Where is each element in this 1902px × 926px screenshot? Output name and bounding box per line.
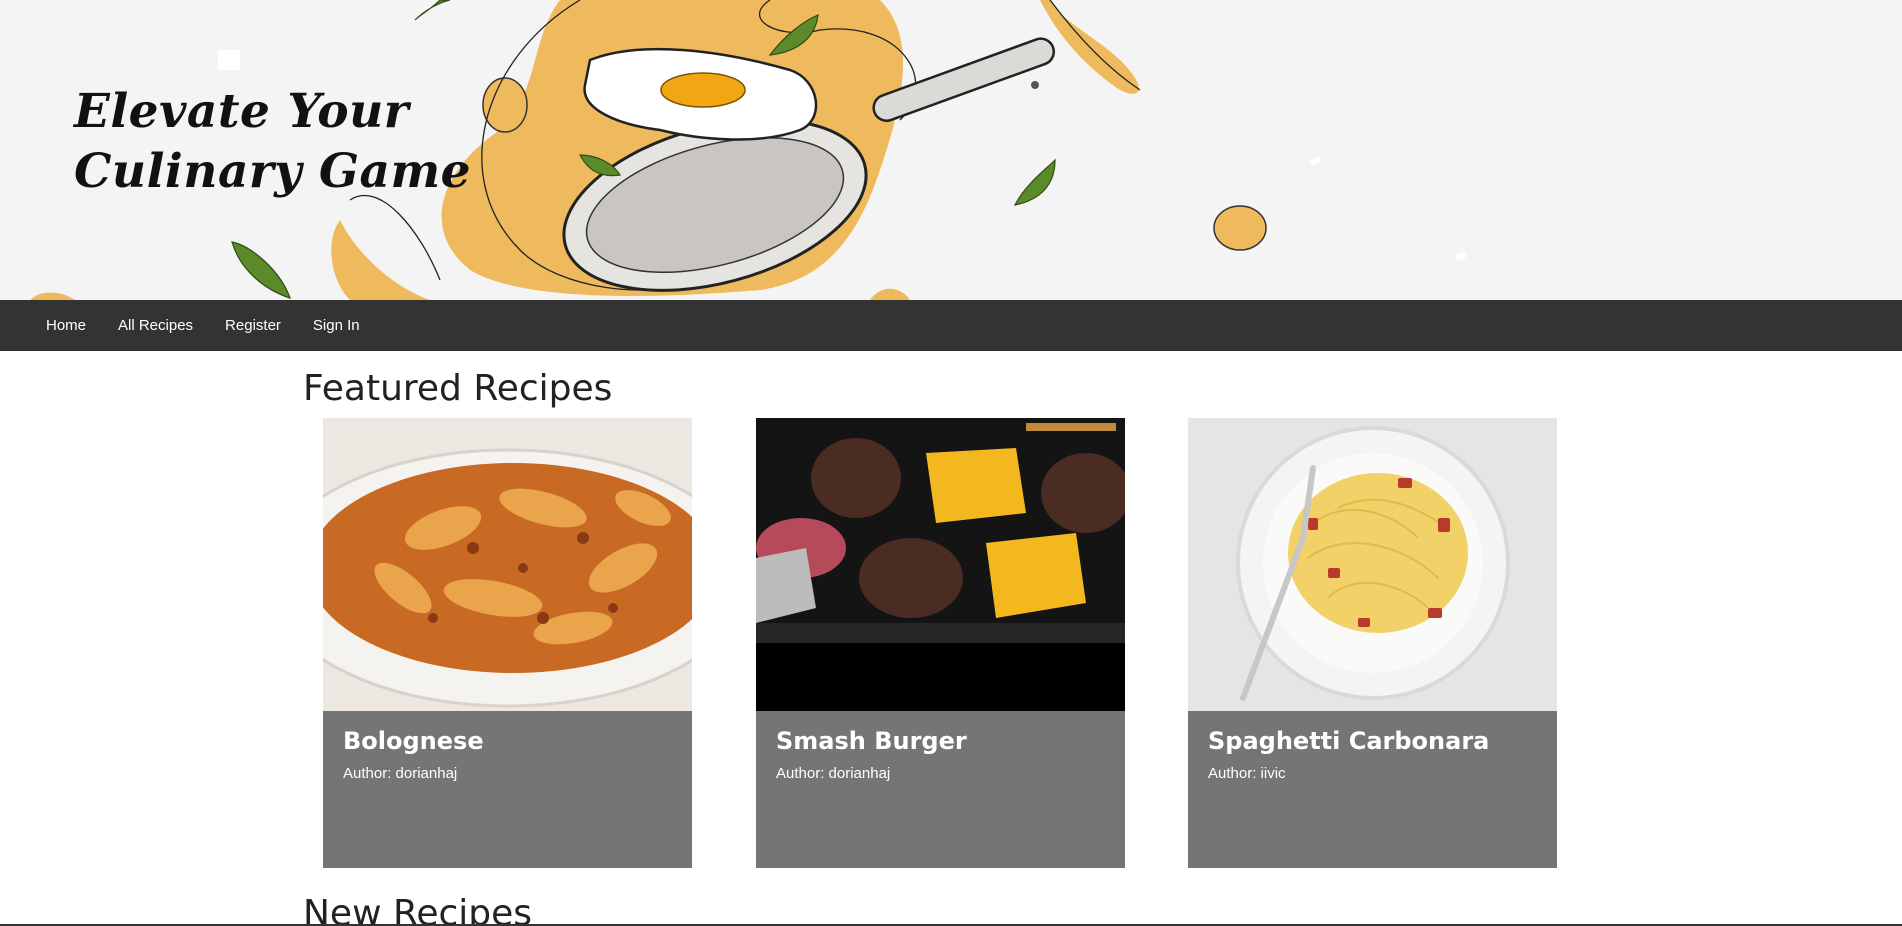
recipe-image-spaghetti-carbonara [1188, 418, 1557, 711]
recipe-card-spaghetti-carbonara[interactable]: Spaghetti Carbonara Author: iivic [1188, 418, 1557, 868]
nav-sign-in-link[interactable]: Sign In [313, 317, 360, 334]
hero-title-line-2: Culinary Game [74, 144, 472, 199]
main-navbar: Home All Recipes Register Sign In [0, 300, 1902, 351]
nav-home-link[interactable]: Home [46, 317, 86, 334]
author-label: Author: [343, 765, 392, 782]
recipe-author: Author: iivic [1208, 765, 1537, 782]
recipe-image-bolognese [323, 418, 692, 711]
recipe-card-body: Bolognese Author: dorianhaj [323, 711, 692, 798]
hero-banner: Elevate Your Culinary Game [0, 0, 1902, 300]
recipe-name[interactable]: Bolognese [343, 727, 672, 755]
recipe-card-smash-burger[interactable]: Smash Burger Author: dorianhaj [756, 418, 1125, 868]
recipe-card-body: Spaghetti Carbonara Author: iivic [1188, 711, 1557, 798]
new-recipes-heading: New Recipes [303, 893, 533, 926]
recipe-name[interactable]: Spaghetti Carbonara [1208, 727, 1537, 755]
nav-all-recipes-link[interactable]: All Recipes [118, 317, 193, 334]
recipe-author: Author: dorianhaj [776, 765, 1105, 782]
author-label: Author: [1208, 765, 1257, 782]
recipe-card-bolognese[interactable]: Bolognese Author: dorianhaj [323, 418, 692, 868]
recipe-card-body: Smash Burger Author: dorianhaj [756, 711, 1125, 798]
recipe-author: Author: dorianhaj [343, 765, 672, 782]
author-name: iivic [1260, 765, 1286, 782]
author-name: dorianhaj [395, 765, 458, 782]
nav-register-link[interactable]: Register [225, 317, 281, 334]
author-label: Author: [776, 765, 825, 782]
featured-recipes-heading: Featured Recipes [303, 368, 613, 409]
author-name: dorianhaj [828, 765, 891, 782]
hero-title: Elevate Your Culinary Game [74, 82, 471, 202]
recipe-name[interactable]: Smash Burger [776, 727, 1105, 755]
hero-title-line-1: Elevate Your [74, 84, 410, 139]
recipe-image-smash-burger [756, 418, 1125, 711]
